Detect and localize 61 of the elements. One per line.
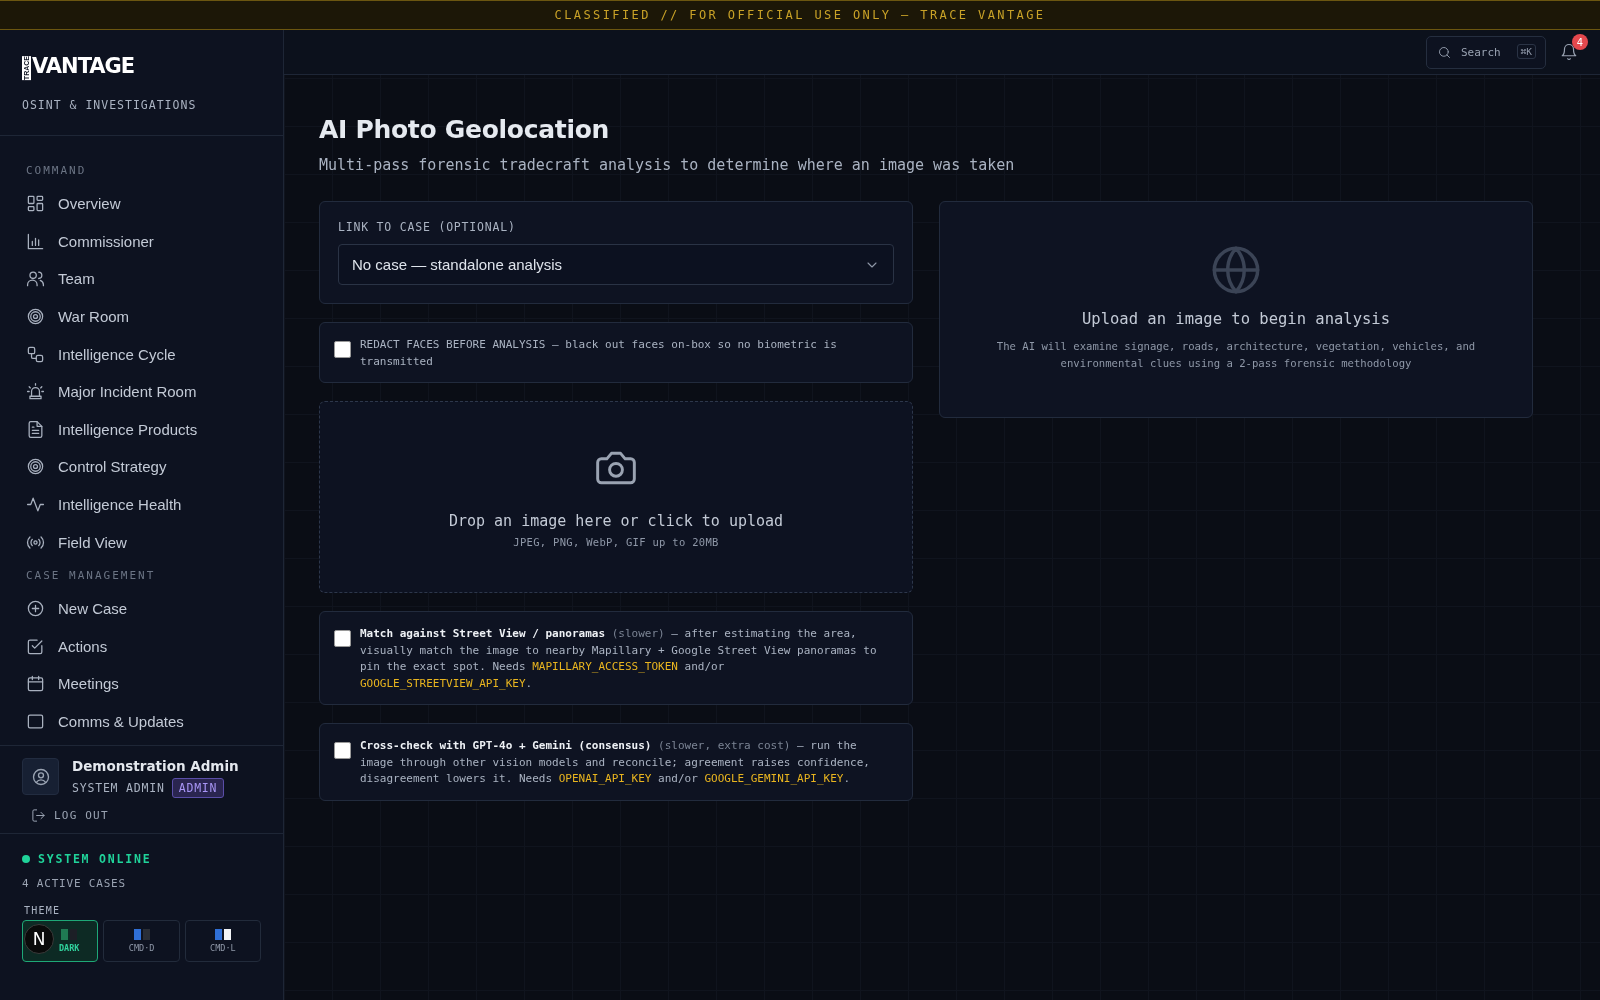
globe-icon xyxy=(1210,244,1262,296)
theme-button[interactable]: CMD·D xyxy=(103,920,180,962)
user-role: SYSTEM ADMIN xyxy=(72,781,165,795)
target-icon xyxy=(26,457,45,477)
search-icon xyxy=(1437,44,1452,60)
target-icon xyxy=(26,307,45,327)
nav-item[interactable]: Actions xyxy=(26,627,257,666)
siren-icon xyxy=(26,382,45,402)
dropzone-hint: JPEG, PNG, WebP, GIF up to 20MB xyxy=(513,536,719,548)
option-description: Cross-check with GPT-4o + Gemini (consensus) (slower, extra cost) — run the image through other vision models and reconcile; agreement raises confidence, disagreement lowers it. Needs OPENAI_API_KEY and/or GOOGLE_GEMINI_API_KEY. xyxy=(360,738,871,787)
logout-icon xyxy=(31,808,46,823)
dropzone-title: Drop an image here or click to upload xyxy=(448,512,784,530)
nav-item[interactable]: Intelligence Cycle xyxy=(26,335,257,373)
section-heading: COMMAND xyxy=(26,164,88,177)
nav-item[interactable]: Field View xyxy=(26,523,257,561)
grid-icon xyxy=(26,194,45,214)
nav-item[interactable]: Commissioner xyxy=(26,222,257,261)
section-heading: CASE MANAGEMENT xyxy=(26,568,157,582)
user-icon xyxy=(30,766,51,787)
case-select[interactable]: No case — standalone analysis xyxy=(338,244,894,285)
nav-item[interactable]: Meetings xyxy=(26,665,257,703)
users-icon xyxy=(26,269,45,289)
field-label: LINK TO CASE (OPTIONAL) xyxy=(338,220,517,234)
document-icon xyxy=(26,419,45,439)
notification-count: 4 xyxy=(1572,34,1588,50)
theme-label: THEME xyxy=(24,905,62,916)
active-cases: 4 ACTIVE CASES xyxy=(22,877,127,890)
plus-circle-icon xyxy=(26,599,45,619)
nav-item[interactable]: Intelligence Health xyxy=(26,485,257,524)
nav-item[interactable]: Comms & Updates xyxy=(26,702,257,741)
calendar-icon xyxy=(26,674,45,694)
classification-banner: CLASSIFIED // FOR OFFICIAL USE ONLY — TRACE VANTAGE xyxy=(0,0,1600,30)
shortcut-hint: ⌘K xyxy=(1516,43,1536,59)
nav-item[interactable]: Intelligence Products xyxy=(26,410,257,449)
nav-item[interactable]: Major Incident Room xyxy=(26,372,257,411)
checkbox[interactable] xyxy=(334,742,351,759)
result-title: Upload an image to begin analysis xyxy=(1082,310,1390,328)
user-name: Demonstration Admin xyxy=(72,758,239,774)
nav-item[interactable]: Control Strategy xyxy=(26,448,257,486)
checkbox[interactable] xyxy=(334,341,351,358)
nav-item[interactable]: Overview xyxy=(26,185,257,223)
nav-item[interactable]: Team xyxy=(26,260,257,298)
option-description: REDACT FACES BEFORE ANALYSIS — black out faces on-box so no biometric is transmitted xyxy=(360,337,838,370)
status-dot xyxy=(22,855,30,863)
result-description: The AI will examine signage, roads, architecture, vegetation, vehicles, and environmental clues using a 2-pass forensic methodology xyxy=(995,339,1477,371)
notifications-button[interactable] xyxy=(1560,43,1578,61)
page-subtitle: Multi-pass forensic tradecraft analysis to determine where an image was taken xyxy=(319,156,1016,174)
page-title: AI Photo Geolocation xyxy=(319,115,611,144)
nav-item[interactable]: War Room xyxy=(26,297,257,336)
theme-button[interactable]: CMD·L xyxy=(184,920,261,962)
role-badge: ADMIN xyxy=(171,778,225,798)
tagline: OSINT & INVESTIGATIONS xyxy=(22,98,198,113)
system-status: SYSTEM ONLINE xyxy=(38,852,152,866)
nav-item[interactable]: New Case xyxy=(26,589,257,628)
upload-dropzone[interactable]: Drop an image here or click to upload JPEG, PNG, WebP, GIF up to 20MB xyxy=(319,401,913,593)
logout-button[interactable]: LOG OUT xyxy=(31,808,109,823)
checkbox[interactable] xyxy=(334,630,351,647)
workflow-icon xyxy=(26,344,45,364)
bar-chart-icon xyxy=(26,231,45,251)
bell-icon xyxy=(1560,43,1578,61)
option-description: Match against Street View / panoramas (slower) — after estimating the area, visually match the image to nearby Mapillary + Google Street View panoramas to pin the exact spot. Needs MAPILLARY_ACCESS_TOKEN and/or GOOGLE_STREETVIEW_API_KEY. xyxy=(360,626,878,692)
